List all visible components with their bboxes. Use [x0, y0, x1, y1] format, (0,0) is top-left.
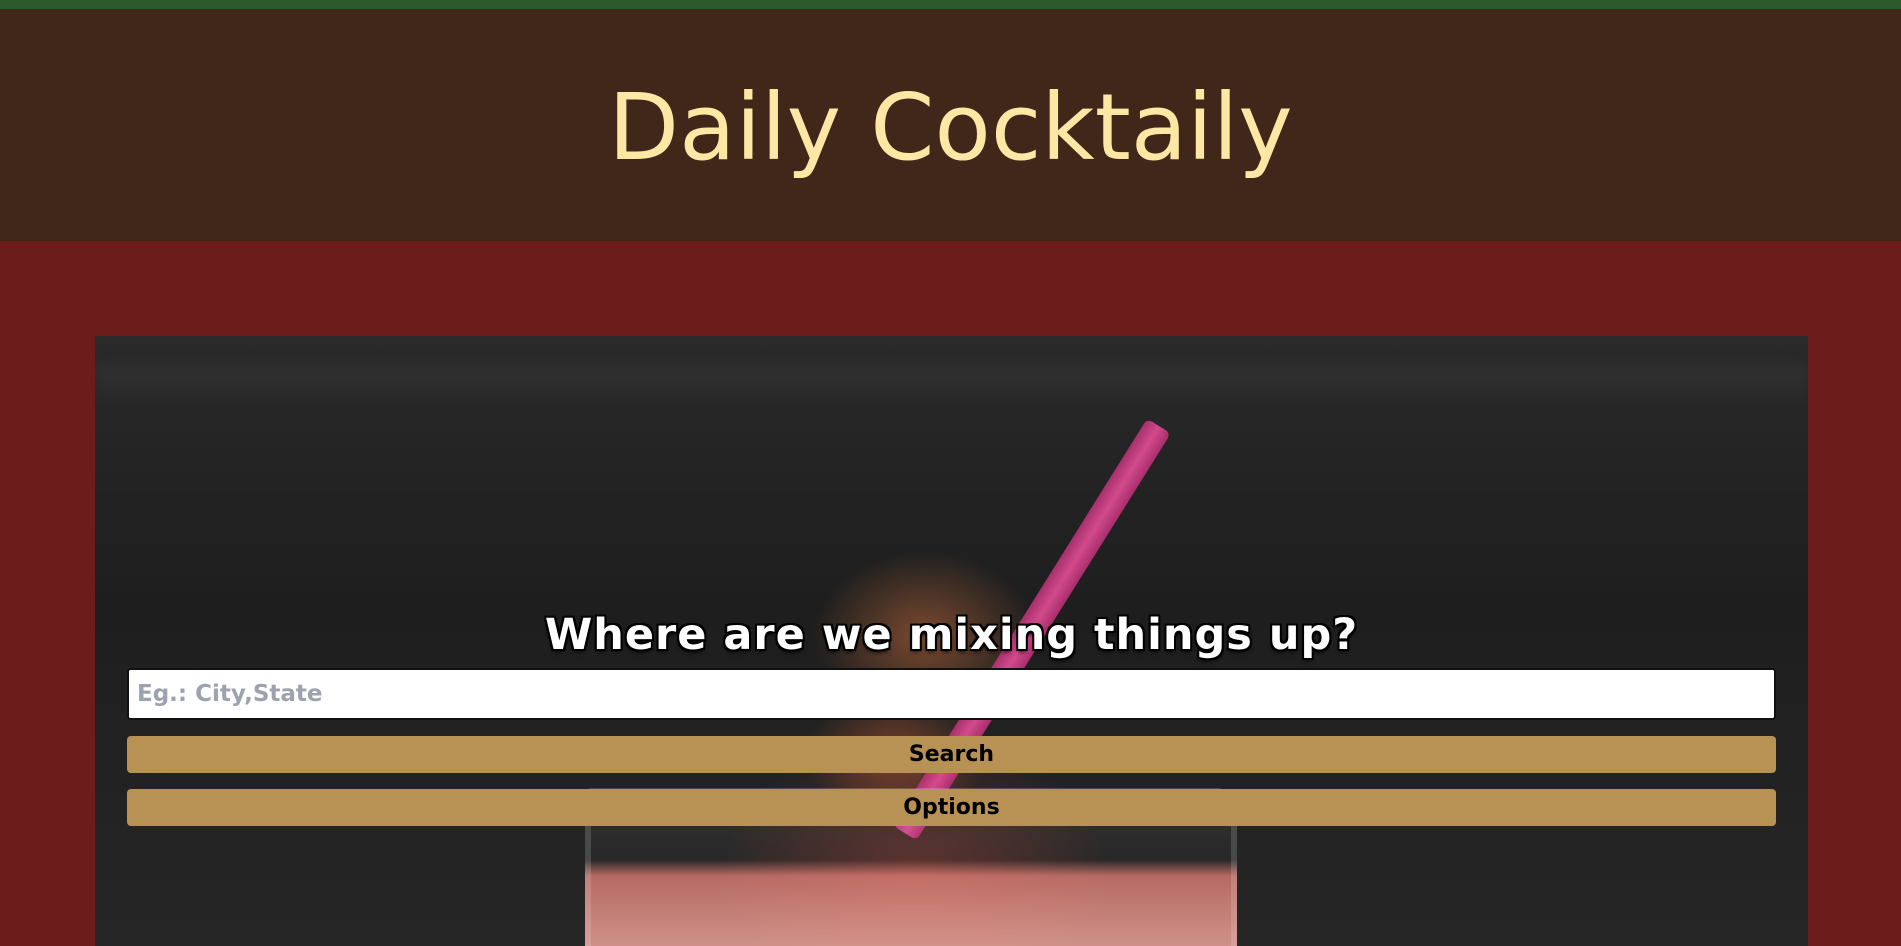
search-prompt: Where are we mixing things up?: [544, 610, 1359, 660]
site-header: Daily Cocktaily: [0, 9, 1901, 241]
search-panel: Where are we mixing things up? Search Op…: [127, 610, 1776, 826]
search-button[interactable]: Search: [127, 736, 1776, 773]
hero-section: Where are we mixing things up? Search Op…: [95, 336, 1808, 946]
site-title: Daily Cocktaily: [608, 73, 1293, 181]
options-button[interactable]: Options: [127, 789, 1776, 826]
location-search-input[interactable]: [127, 668, 1776, 720]
main-content: Where are we mixing things up? Search Op…: [0, 241, 1901, 946]
photo-background-blur: [95, 366, 1808, 406]
top-accent-bar: [0, 0, 1901, 9]
